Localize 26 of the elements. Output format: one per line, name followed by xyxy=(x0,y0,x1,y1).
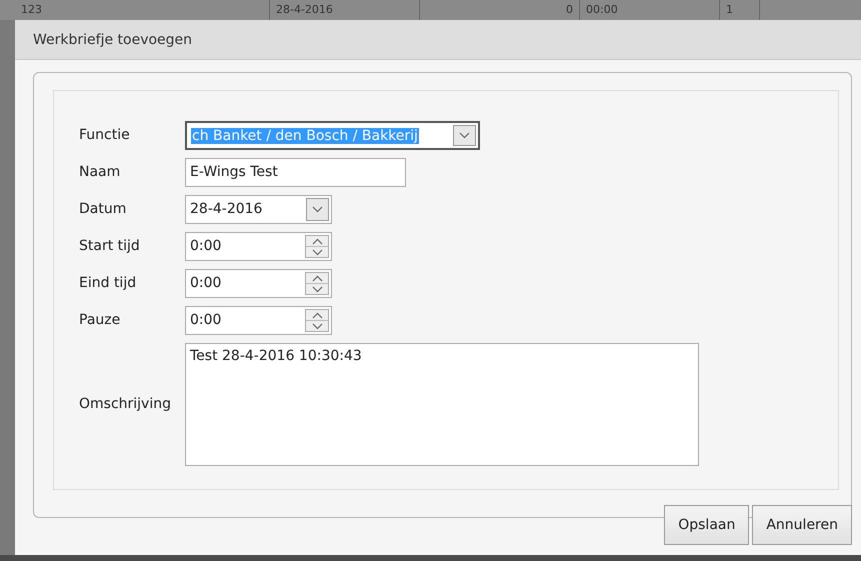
table-cell: 1 xyxy=(726,3,733,16)
time-field[interactable]: 0:00 xyxy=(185,269,332,298)
field-label: Omschrijving xyxy=(79,395,172,414)
spinner-icon[interactable] xyxy=(305,272,329,295)
field-label: Naam xyxy=(79,163,122,182)
spinner-icon[interactable] xyxy=(305,309,329,332)
table-cell: 28-4-2016 xyxy=(276,3,333,16)
field-label: Eind tijd xyxy=(79,274,138,293)
table-cell: 123 xyxy=(21,3,42,16)
time-field[interactable]: 0:00 xyxy=(185,306,332,335)
input-field[interactable]: E-Wings Test xyxy=(185,158,406,187)
table-cell: 00:00 xyxy=(586,3,618,16)
field-label: Start tijd xyxy=(79,237,141,256)
field-label: Pauze xyxy=(79,311,122,330)
field-label: Datum xyxy=(79,200,128,219)
field-label: Functie xyxy=(79,126,131,145)
time-field[interactable]: 0:00 xyxy=(185,232,332,261)
date-field[interactable]: 28-4-2016 xyxy=(185,195,332,224)
table-cell: 0 xyxy=(566,3,573,16)
dialog-button[interactable]: Annuleren xyxy=(752,505,852,545)
spinner-icon[interactable] xyxy=(305,235,329,258)
dropdown-caret-icon[interactable] xyxy=(306,198,329,221)
dialog-button[interactable]: Opslaan xyxy=(664,505,750,545)
dialog-title: Werkbriefje toevoegen xyxy=(15,20,861,60)
dropdown-caret-icon[interactable] xyxy=(453,125,476,146)
text-area[interactable]: Test 28-4-2016 10:30:43 xyxy=(185,343,699,466)
